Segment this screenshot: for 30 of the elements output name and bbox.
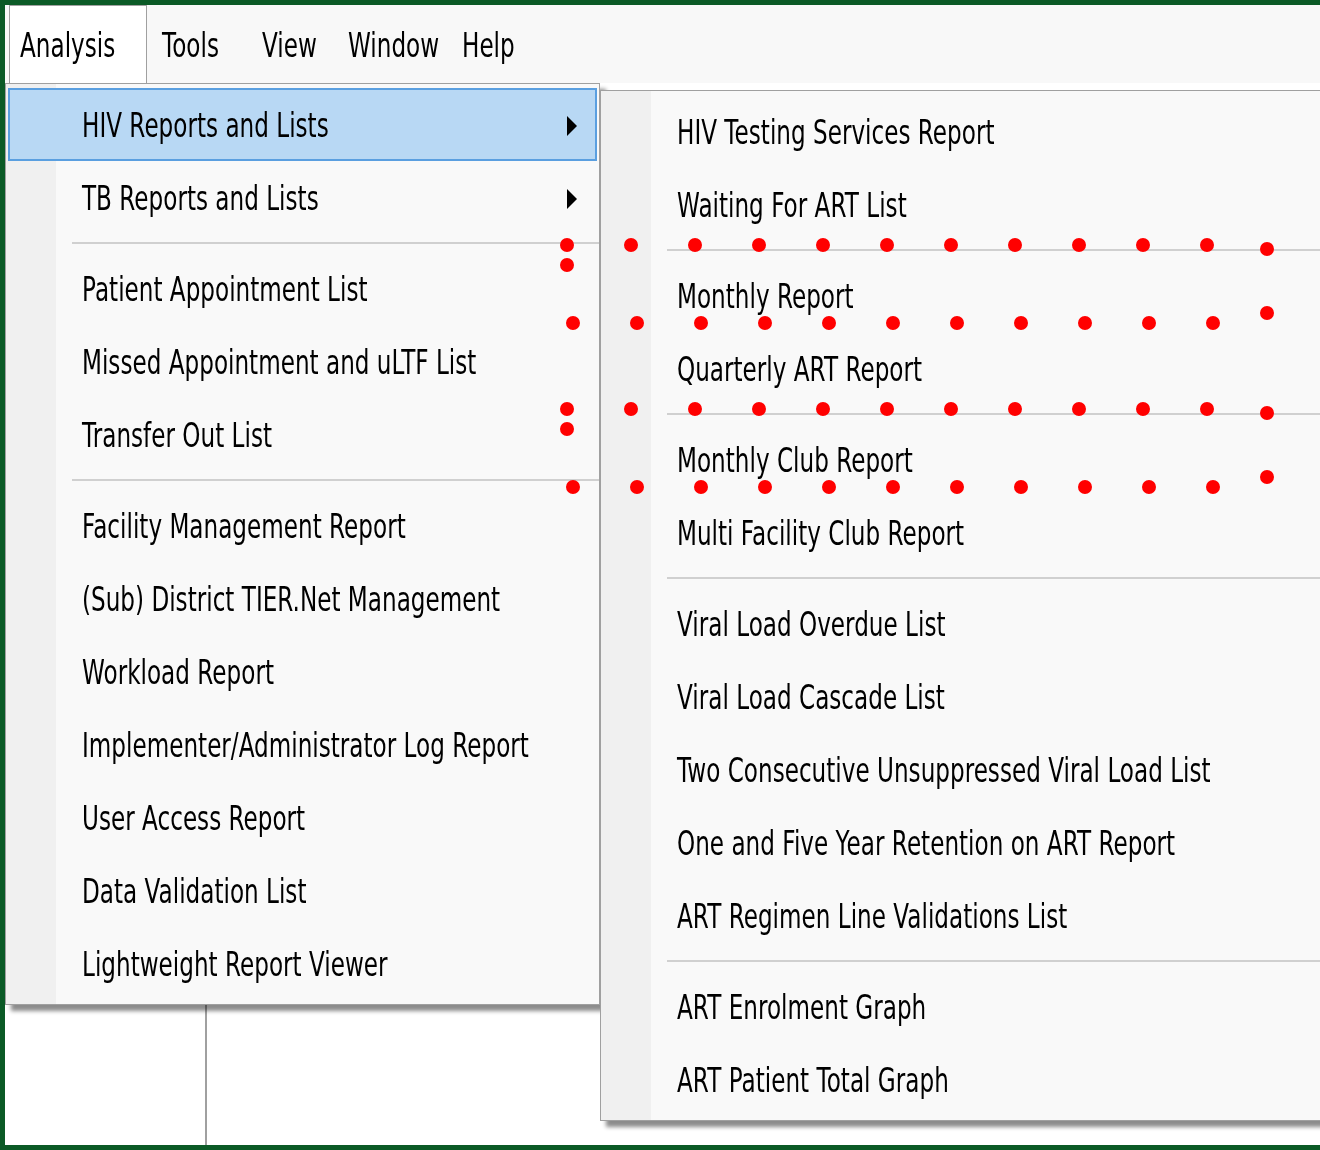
menu-item[interactable]: Monthly Report — [603, 259, 1320, 332]
menu-item[interactable]: One and Five Year Retention on ART Report — [603, 806, 1320, 879]
menu-item[interactable]: Viral Load Overdue List — [603, 587, 1320, 660]
menu-item[interactable]: HIV Reports and Lists — [8, 88, 597, 161]
menu-item[interactable]: ART Regimen Line Validations List — [603, 879, 1320, 952]
menu-item[interactable]: Facility Management Report — [8, 489, 597, 562]
menu-item[interactable]: Missed Appointment and uLTF List — [8, 325, 597, 398]
menu-bar-item[interactable]: Analysis — [9, 5, 147, 83]
menu-item[interactable]: Multi Facility Club Report — [603, 496, 1320, 569]
menu-item[interactable]: Viral Load Cascade List — [603, 660, 1320, 733]
menu-item[interactable]: (Sub) District TIER.Net Management — [8, 562, 597, 635]
menu-item[interactable]: Lightweight Report Viewer — [8, 927, 597, 1000]
menu-item[interactable]: ART Enrolment Graph — [603, 970, 1320, 1043]
menu-item[interactable]: HIV Testing Services Report — [603, 95, 1320, 168]
menu-item[interactable]: Two Consecutive Unsuppressed Viral Load List — [603, 733, 1320, 806]
menu-item[interactable]: Workload Report — [8, 635, 597, 708]
menu-bar-item[interactable]: View — [251, 5, 333, 83]
menu-item[interactable]: User Access Report — [8, 781, 597, 854]
menu-item[interactable]: Quarterly ART Report — [603, 332, 1320, 405]
menu-item[interactable]: ART Patient Total Graph — [603, 1043, 1320, 1116]
menu-item[interactable]: Data Validation List — [8, 854, 597, 927]
menu-item[interactable]: Patient Appointment List — [8, 252, 597, 325]
menu-item[interactable]: Monthly Club Report — [603, 423, 1320, 496]
menu-bar-item[interactable]: Help — [451, 5, 533, 83]
menu-bar-item[interactable]: Tools — [151, 5, 247, 83]
menu-item[interactable]: Transfer Out List — [8, 398, 597, 471]
menu-item[interactable]: Implementer/Administrator Log Report — [8, 708, 597, 781]
menu-item[interactable]: TB Reports and Lists — [8, 161, 597, 234]
menu-item[interactable]: Waiting For ART List — [603, 168, 1320, 241]
menu-bar-item[interactable]: Window — [337, 5, 447, 83]
